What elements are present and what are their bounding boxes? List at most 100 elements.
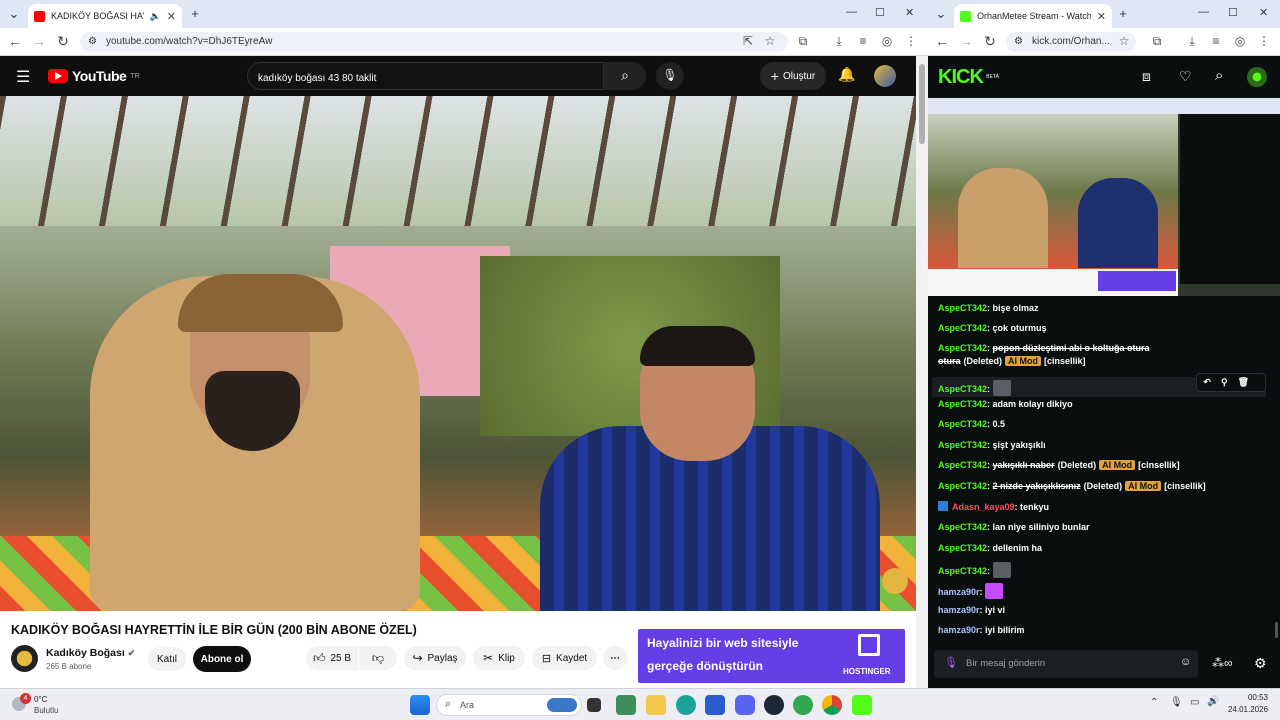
- minimize-button-right[interactable]: —: [1198, 6, 1209, 18]
- chat-message[interactable]: hamza90r: iyi vi: [938, 604, 1266, 617]
- kick-app-icon[interactable]: [852, 695, 872, 715]
- profile-icon[interactable]: ◎: [1232, 34, 1248, 48]
- tab-list-button-right[interactable]: ⌄: [932, 6, 950, 22]
- chat-username[interactable]: hamza90r: [938, 625, 980, 635]
- hamburger-menu-icon[interactable]: ☰: [16, 67, 30, 87]
- bookmark-star-icon[interactable]: ☆: [1116, 34, 1132, 48]
- microphone-icon[interactable]: 🎙: [944, 656, 958, 669]
- chat-message[interactable]: AspeCT342: şişt yakışıklı: [938, 439, 1266, 452]
- chat-username[interactable]: AspeCT342: [938, 566, 987, 576]
- save-button[interactable]: ⊟ Kaydet: [532, 646, 597, 670]
- following-icon[interactable]: ⧈: [1142, 68, 1151, 85]
- page-scrollbar[interactable]: [916, 56, 928, 688]
- stream-video-player[interactable]: [928, 98, 1280, 296]
- tab-kick[interactable]: OrhanMetee Stream - Watch Li ✕: [954, 4, 1112, 28]
- discord-icon[interactable]: [735, 695, 755, 715]
- edge-browser-icon[interactable]: [676, 695, 696, 715]
- create-button[interactable]: + Oluştur: [760, 62, 826, 90]
- more-actions-button[interactable]: ⋯: [603, 646, 627, 670]
- speaker-icon[interactable]: 🔈: [150, 11, 161, 22]
- chat-username[interactable]: AspeCT342: [938, 303, 987, 313]
- chat-message[interactable]: AspeCT342: ↶⚲🗑︎: [932, 373, 1266, 397]
- chat-settings-gear-icon[interactable]: ⚙: [1254, 655, 1267, 672]
- xbox-app-icon[interactable]: [793, 695, 813, 715]
- chrome-browser-icon[interactable]: [822, 695, 842, 715]
- chat-message[interactable]: AspeCT342: adam kolayı dikiyo: [938, 398, 1266, 411]
- close-tab-icon[interactable]: ✕: [167, 10, 176, 23]
- extensions-icon[interactable]: ⧉: [1149, 34, 1165, 49]
- minimize-button[interactable]: —: [846, 6, 857, 18]
- tab-youtube[interactable]: KADIKÖY BOĞASI HAYRETTİ 🔈 ✕: [28, 4, 182, 28]
- chat-username[interactable]: AspeCT342: [938, 543, 987, 553]
- chat-message[interactable]: AspeCT342: dellenim ha: [938, 542, 1266, 555]
- close-tab-icon[interactable]: ✕: [1097, 10, 1106, 23]
- chat-points-icon[interactable]: ⁂∞: [1212, 656, 1233, 670]
- chat-message[interactable]: AspeCT342: bişe olmaz: [938, 302, 1266, 315]
- tray-display-icon[interactable]: ▭: [1190, 697, 1199, 708]
- share-button[interactable]: ↪ Paylaş: [404, 646, 466, 670]
- new-tab-button[interactable]: +: [186, 6, 204, 21]
- chat-username[interactable]: AspeCT342: [938, 522, 987, 532]
- close-window-button[interactable]: ✕: [905, 6, 914, 19]
- reload-icon[interactable]: ↻: [982, 33, 998, 50]
- hostinger-ad-banner[interactable]: Hayalinizi bir web sitesiyle gerçeğe dön…: [638, 629, 905, 683]
- steam-icon[interactable]: [764, 695, 784, 715]
- chat-username[interactable]: AspeCT342: [938, 419, 987, 429]
- chat-message[interactable]: AspeCT342: çok oturmuş: [938, 322, 1266, 335]
- extensions-icon[interactable]: ⧉: [795, 34, 811, 49]
- subscribe-button[interactable]: Abone ol: [193, 646, 251, 672]
- pin-icon[interactable]: ⚲: [1221, 377, 1238, 387]
- join-button[interactable]: Katıl: [148, 647, 186, 671]
- chat-username[interactable]: AspeCT342: [938, 440, 987, 450]
- download-icon[interactable]: ⤓: [1184, 34, 1200, 49]
- tray-mic-icon[interactable]: 🎙: [1170, 697, 1183, 708]
- tray-volume-icon[interactable]: 🔊: [1207, 696, 1219, 707]
- chat-username[interactable]: hamza90r: [938, 587, 980, 597]
- chat-username[interactable]: AspeCT342: [938, 384, 987, 394]
- forward-icon[interactable]: →: [958, 33, 974, 49]
- task-view-icon[interactable]: [587, 698, 601, 712]
- store-app-icon[interactable]: [705, 695, 725, 715]
- channel-watermark-logo[interactable]: [882, 568, 908, 594]
- maximize-button-right[interactable]: ☐: [1228, 6, 1238, 19]
- chat-message[interactable]: AspeCT342: popon düzleştimi abi o koltuğ…: [938, 342, 1266, 368]
- channel-avatar[interactable]: [11, 645, 38, 672]
- chat-scrollbar[interactable]: [1275, 622, 1278, 638]
- profile-icon[interactable]: ◎: [879, 34, 895, 48]
- chat-username[interactable]: AspeCT342: [938, 460, 987, 470]
- site-info-icon[interactable]: ⚙: [88, 36, 97, 47]
- reload-icon[interactable]: ↻: [55, 33, 71, 50]
- media-control-icon[interactable]: ≡: [1208, 34, 1224, 48]
- browser-menu-icon[interactable]: ⋮: [1256, 34, 1272, 48]
- taskbar-search-box[interactable]: ⌕ Ara: [436, 694, 582, 716]
- weather-widget[interactable]: 4 0°C Bulutlu: [10, 693, 70, 717]
- chat-username[interactable]: hamza90r: [938, 605, 980, 615]
- chat-message[interactable]: AspeCT342:: [938, 562, 1266, 578]
- chat-message[interactable]: AspeCT342: 2 nizde yakışıklısınız (Delete…: [938, 480, 1266, 493]
- kick-logo[interactable]: KICK BETA: [938, 66, 999, 89]
- chat-message[interactable]: AspeCT342: yakışıklı naber (Deleted) AI Mo…: [938, 459, 1266, 472]
- file-explorer-icon[interactable]: [646, 695, 666, 715]
- chat-message[interactable]: hamza90r: iyi bilirim: [938, 624, 1266, 637]
- forward-icon[interactable]: →: [31, 33, 47, 49]
- browser-menu-icon[interactable]: ⋮: [903, 34, 919, 48]
- chat-message[interactable]: AspeCT342: 0.5: [938, 418, 1266, 431]
- chat-username[interactable]: AspeCT342: [938, 481, 987, 491]
- site-info-icon[interactable]: ⚙: [1014, 36, 1023, 47]
- install-app-icon[interactable]: ⇱: [740, 34, 756, 48]
- heart-icon[interactable]: ♡: [1179, 68, 1192, 85]
- scrollbar-thumb[interactable]: [919, 64, 925, 144]
- chat-message[interactable]: Adasn_kaya09: tenkyu: [938, 501, 1266, 514]
- video-player[interactable]: [0, 96, 916, 611]
- youtube-logo[interactable]: YouTube TR: [48, 68, 140, 84]
- chat-username[interactable]: Adasn_kaya09: [952, 502, 1015, 512]
- dislike-button[interactable]: 👎︎: [359, 646, 397, 670]
- channel-name[interactable]: Kadıköy Boğası ✔: [46, 647, 135, 659]
- tab-list-button[interactable]: ⌄: [5, 6, 23, 22]
- voice-search-button[interactable]: 🎙: [656, 62, 684, 90]
- chat-message[interactable]: AspeCT342: lan niye siliniyo bunlar: [938, 521, 1266, 534]
- tray-chevron-icon[interactable]: ⌃: [1150, 697, 1158, 708]
- maximize-button[interactable]: ☐: [875, 6, 885, 19]
- emote-picker-icon[interactable]: ☺: [1180, 656, 1191, 668]
- download-icon[interactable]: ⤓: [831, 34, 847, 49]
